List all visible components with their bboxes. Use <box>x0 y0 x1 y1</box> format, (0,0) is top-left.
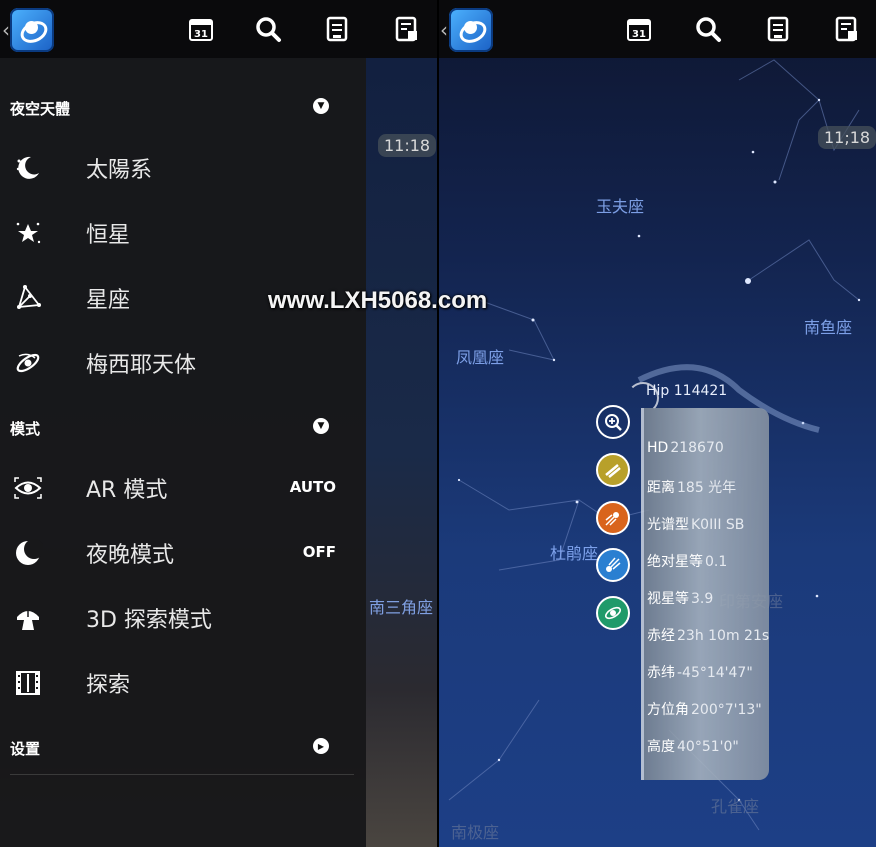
notes-icon[interactable] <box>392 14 422 44</box>
divider <box>10 774 354 775</box>
orbit-icon[interactable] <box>596 596 630 630</box>
menu-item-label: 恒星 <box>86 223 131 248</box>
sky-background-strip: 11:18 <box>366 58 437 847</box>
comet-icon[interactable] <box>596 501 630 535</box>
menu-item-messier[interactable]: 梅西耶天体 <box>0 333 366 393</box>
selected-star-name: Hip 114421 <box>646 383 728 399</box>
telescope-icon[interactable] <box>596 453 630 487</box>
crescent-moon-icon <box>12 152 44 184</box>
menu-item-night-mode[interactable]: 夜晚模式 OFF <box>0 523 366 583</box>
constellation-icon <box>12 282 44 314</box>
film-icon <box>12 667 44 699</box>
left-screen: ‹ 31 11:18 夜空天體 ▼ 太陽系 恒星 星座 梅西耶天体 模式 ▼ A… <box>0 0 437 847</box>
time-display: 11:18 <box>378 134 437 157</box>
info-row: 赤纬 -45°14'47" <box>647 665 753 681</box>
collapse-arrow-icon[interactable]: ▼ <box>313 98 329 114</box>
constellation-label[interactable]: 南鱼座 <box>804 314 852 338</box>
info-row: 距离 185 光年 <box>647 480 737 496</box>
app-logo-icon[interactable] <box>449 8 493 52</box>
ar-eye-icon <box>12 472 44 504</box>
galaxy-icon <box>12 347 44 379</box>
info-row: 高度 40°51'0" <box>647 739 739 755</box>
notes-icon[interactable] <box>832 14 862 44</box>
watermark-text: www.LXH5068.com <box>268 287 488 314</box>
menu-item-label: AR 模式 <box>86 478 168 503</box>
section-title-sky-objects: 夜空天體 <box>10 100 71 118</box>
collapse-arrow-icon[interactable]: ▼ <box>313 418 329 434</box>
menu-item-label: 探索 <box>86 673 131 698</box>
constellation-label[interactable]: 凤凰座 <box>456 344 504 368</box>
calendar-day-text: 31 <box>632 29 646 40</box>
menu-item-stars[interactable]: 恒星 <box>0 203 366 263</box>
night-mode-value[interactable]: OFF <box>303 543 336 561</box>
constellation-label[interactable]: 南极座 <box>451 819 499 843</box>
info-row: 光谱型 K0III SB <box>647 517 745 533</box>
menu-item-label: 3D 探索模式 <box>86 608 212 633</box>
app-logo-icon[interactable] <box>10 8 54 52</box>
night-moon-icon <box>12 537 44 569</box>
info-row: HD 218670 <box>647 440 724 456</box>
info-row: 赤经 23h 10m 21s <box>647 628 770 644</box>
section-title-settings: 设置 <box>10 740 41 758</box>
back-chevron-icon[interactable]: ‹ <box>2 18 10 42</box>
expand-arrow-icon[interactable]: ▶ <box>313 738 329 754</box>
meteor-icon[interactable] <box>596 548 630 582</box>
calendar-icon[interactable]: 31 <box>186 14 216 44</box>
menu-item-label: 星座 <box>86 288 131 313</box>
menu-item-ar-mode[interactable]: AR 模式 AUTO <box>0 458 366 518</box>
section-title-modes: 模式 <box>10 420 41 438</box>
navigation-drawer: 夜空天體 ▼ 太陽系 恒星 星座 梅西耶天体 模式 ▼ AR 模式 AUTO 夜… <box>0 58 366 847</box>
constellation-label[interactable]: 杜鹃座 <box>550 540 598 564</box>
constellation-label[interactable]: 玉夫座 <box>596 193 644 217</box>
calendar-icon[interactable]: 31 <box>624 14 654 44</box>
menu-item-3d-explore[interactable]: 3D 探索模式 <box>0 588 366 648</box>
zoom-in-icon[interactable] <box>596 405 630 439</box>
constellation-label[interactable]: 南三角座 <box>369 594 433 618</box>
ar-mode-value[interactable]: AUTO <box>290 478 336 496</box>
top-toolbar: ‹ 31 <box>0 0 437 58</box>
menu-item-label: 夜晚模式 <box>86 543 175 568</box>
menu-item-label: 太陽系 <box>86 158 153 183</box>
info-row: 视星等 3.9 <box>647 591 714 607</box>
back-chevron-icon[interactable]: ‹ <box>440 18 448 42</box>
calendar-day-text: 31 <box>194 29 208 40</box>
bookmark-icon[interactable] <box>763 14 793 44</box>
bookmark-icon[interactable] <box>322 14 352 44</box>
time-display: 11;18 <box>818 126 876 149</box>
info-row: 绝对星等 0.1 <box>647 554 728 570</box>
menu-item-solar-system[interactable]: 太陽系 <box>0 138 366 198</box>
star-icon <box>12 217 44 249</box>
menu-item-label: 梅西耶天体 <box>86 353 197 378</box>
search-icon[interactable] <box>253 14 283 44</box>
3d-explore-icon <box>12 602 44 634</box>
constellation-label[interactable]: 孔雀座 <box>711 793 759 817</box>
top-toolbar: ‹ 31 <box>439 0 876 58</box>
search-icon[interactable] <box>693 14 723 44</box>
info-row: 方位角 200°7'13" <box>647 702 762 718</box>
menu-item-explore[interactable]: 探索 <box>0 653 366 713</box>
